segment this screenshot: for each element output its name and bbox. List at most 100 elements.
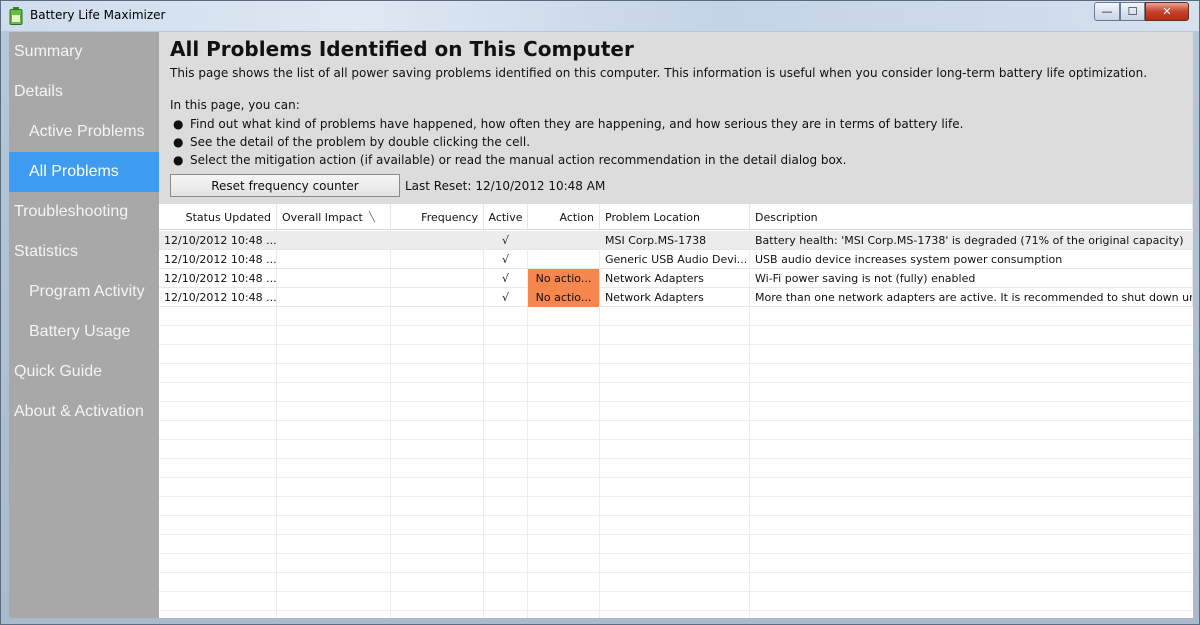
grid-line bbox=[276, 230, 277, 618]
cell-active: √ bbox=[484, 288, 528, 307]
sidebar-item-about-activation[interactable]: About & Activation bbox=[9, 392, 159, 432]
cell-impact bbox=[277, 288, 391, 307]
page-title: All Problems Identified on This Computer bbox=[170, 37, 634, 61]
close-icon: ✕ bbox=[1162, 5, 1172, 18]
close-button[interactable]: ✕ bbox=[1145, 2, 1189, 21]
sidebar-item-troubleshooting[interactable]: Troubleshooting bbox=[9, 192, 159, 232]
empty-row bbox=[159, 554, 1193, 573]
sidebar: Summary Details Active Problems All Problem… bbox=[9, 32, 159, 618]
grid-line bbox=[749, 230, 750, 618]
sidebar-item-active-problems[interactable]: Active Problems bbox=[9, 112, 159, 152]
cell-location: Network Adapters bbox=[600, 269, 750, 288]
empty-row bbox=[159, 573, 1193, 592]
column-header-label: Status Updated bbox=[185, 210, 271, 224]
empty-row bbox=[159, 611, 1193, 618]
sidebar-item-battery-usage[interactable]: Battery Usage bbox=[9, 312, 159, 352]
empty-row bbox=[159, 402, 1193, 421]
cell-description: More than one network adapters are activ… bbox=[750, 288, 1193, 307]
cell-frequency bbox=[391, 288, 484, 307]
cell-status: 12/10/2012 10:48 ... bbox=[159, 288, 277, 307]
column-header-label: Frequency bbox=[421, 210, 478, 224]
bullet-icon: ● bbox=[173, 135, 184, 149]
sidebar-item-statistics[interactable]: Statistics bbox=[9, 232, 159, 272]
table-row[interactable]: 12/10/2012 10:48 ... √ No actio... Network … bbox=[159, 269, 1193, 288]
cell-location: Generic USB Audio Devi... bbox=[600, 250, 750, 269]
column-header-frequency[interactable]: Frequency bbox=[391, 204, 484, 230]
cell-action[interactable] bbox=[528, 231, 600, 250]
empty-row bbox=[159, 478, 1193, 497]
column-header-status[interactable]: Status Updated bbox=[159, 204, 277, 230]
column-header-active[interactable]: Active bbox=[484, 204, 528, 230]
column-header-action[interactable]: Action bbox=[528, 204, 600, 230]
column-header-description[interactable]: Description bbox=[750, 204, 1193, 230]
table-header: Status Updated Overall Impact ╲ Frequency Ac… bbox=[159, 204, 1193, 230]
maximize-button[interactable]: ☐ bbox=[1120, 2, 1145, 21]
table-row[interactable]: 12/10/2012 10:48 ... √ Generic USB Audio D… bbox=[159, 250, 1193, 269]
problems-table[interactable]: Status Updated Overall Impact ╲ Frequency Ac… bbox=[159, 204, 1193, 618]
cell-status: 12/10/2012 10:48 ... bbox=[159, 269, 277, 288]
can-intro: In this page, you can: bbox=[170, 98, 300, 112]
cell-action[interactable]: No actio... bbox=[528, 269, 600, 288]
sidebar-item-quick-guide[interactable]: Quick Guide bbox=[9, 352, 159, 392]
battery-icon bbox=[9, 7, 23, 25]
cell-impact bbox=[277, 250, 391, 269]
cell-description: Battery health: 'MSI Corp.MS-1738' is de… bbox=[750, 231, 1193, 250]
empty-row bbox=[159, 383, 1193, 402]
cell-active: √ bbox=[484, 269, 528, 288]
bullet-list: ● Find out what kind of problems have hap… bbox=[173, 115, 963, 169]
grid-line bbox=[599, 230, 600, 618]
reset-frequency-button[interactable]: Reset frequency counter bbox=[170, 174, 400, 197]
cell-description: USB audio device increases system power … bbox=[750, 250, 1193, 269]
page-description: This page shows the list of all power sa… bbox=[170, 66, 1148, 80]
empty-row bbox=[159, 421, 1193, 440]
table-row[interactable]: 12/10/2012 10:48 ... √ No actio... Network … bbox=[159, 288, 1193, 307]
cell-location: Network Adapters bbox=[600, 288, 750, 307]
bullet-icon: ● bbox=[173, 153, 184, 167]
empty-row bbox=[159, 345, 1193, 364]
empty-row bbox=[159, 592, 1193, 611]
cell-location: MSI Corp.MS-1738 bbox=[600, 231, 750, 250]
table-row[interactable]: 12/10/2012 10:48 ... √ MSI Corp.MS-1738 Bat… bbox=[159, 231, 1193, 250]
empty-row bbox=[159, 307, 1193, 326]
empty-row bbox=[159, 516, 1193, 535]
grid-line bbox=[390, 230, 391, 618]
bullet-item: ● Find out what kind of problems have hap… bbox=[173, 117, 964, 131]
cell-active: √ bbox=[484, 231, 528, 250]
cell-status: 12/10/2012 10:48 ... bbox=[159, 231, 277, 250]
header-pane: All Problems Identified on This Computer… bbox=[159, 32, 1193, 204]
empty-row bbox=[159, 459, 1193, 478]
cell-action[interactable] bbox=[528, 250, 600, 269]
title-bar[interactable]: Battery Life Maximizer — ☐ ✕ bbox=[1, 1, 1199, 31]
sort-arrow-icon: ╲ bbox=[368, 211, 375, 223]
minimize-button[interactable]: — bbox=[1094, 2, 1120, 21]
sidebar-item-summary[interactable]: Summary bbox=[9, 32, 159, 72]
sidebar-item-details[interactable]: Details bbox=[9, 72, 159, 112]
sidebar-item-program-activity[interactable]: Program Activity bbox=[9, 272, 159, 312]
cell-description: Wi-Fi power saving is not (fully) enable… bbox=[750, 269, 1193, 288]
empty-row bbox=[159, 364, 1193, 383]
column-header-label: Problem Location bbox=[605, 210, 700, 224]
cell-impact bbox=[277, 269, 391, 288]
empty-row bbox=[159, 440, 1193, 459]
column-header-label: Active bbox=[488, 210, 523, 224]
last-reset: Last Reset: 12/10/2012 10:48 AM bbox=[405, 179, 605, 193]
bullet-icon: ● bbox=[173, 117, 184, 131]
grid-line bbox=[483, 230, 484, 618]
cell-impact bbox=[277, 231, 391, 250]
cell-frequency bbox=[391, 269, 484, 288]
column-header-location[interactable]: Problem Location bbox=[600, 204, 750, 230]
window-title: Battery Life Maximizer bbox=[30, 8, 166, 22]
empty-row bbox=[159, 497, 1193, 516]
cell-frequency bbox=[391, 231, 484, 250]
sidebar-item-all-problems[interactable]: All Problems bbox=[9, 152, 159, 192]
app-window: Battery Life Maximizer — ☐ ✕ Summary Deta… bbox=[0, 0, 1200, 625]
cell-action[interactable]: No actio... bbox=[528, 288, 600, 307]
last-reset-label: Last Reset: bbox=[405, 179, 472, 193]
minimize-icon: — bbox=[1101, 5, 1113, 18]
column-header-impact[interactable]: Overall Impact ╲ bbox=[277, 204, 391, 230]
bullet-item: ● See the detail of the problem by double… bbox=[173, 135, 531, 149]
bullet-item: ● Select the mitigation action (if availa… bbox=[173, 153, 847, 167]
grid-line bbox=[527, 230, 528, 618]
empty-row bbox=[159, 535, 1193, 554]
empty-row bbox=[159, 326, 1193, 345]
